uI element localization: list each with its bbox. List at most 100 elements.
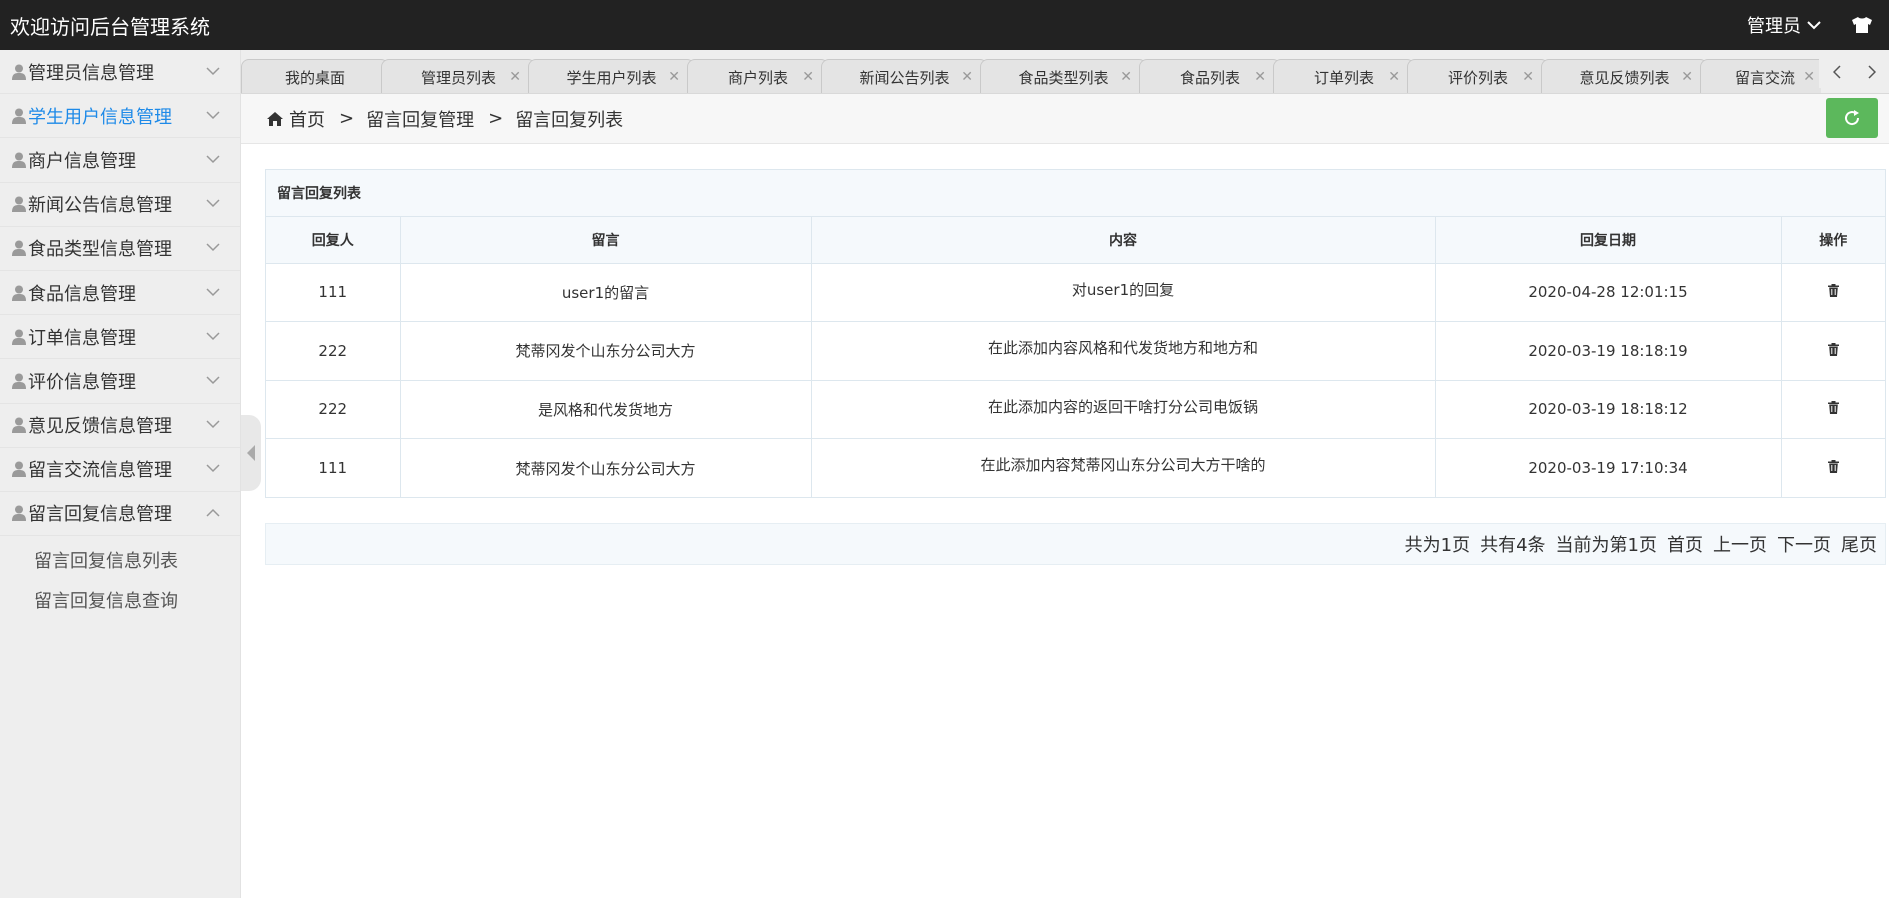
theme-shirt-icon[interactable] [1851, 16, 1873, 34]
user-icon [12, 152, 26, 168]
close-icon[interactable]: ✕ [1388, 69, 1400, 85]
cell-date: 2020-03-19 18:18:12 [1435, 380, 1782, 439]
cell-content: 在此添加内容风格和代发货地方和地方和 [811, 321, 1436, 381]
sidebar-menu-item[interactable]: 管理员信息管理 [0, 50, 240, 95]
tab[interactable]: 商户列表 ✕ [687, 59, 829, 93]
chevron-down-icon [1807, 21, 1821, 30]
chevron-down-icon [206, 464, 220, 473]
tab[interactable]: 学生用户列表 ✕ [528, 59, 695, 93]
tab-scroll-left-button[interactable] [1832, 65, 1841, 79]
sidebar-menu-item[interactable]: 留言交流信息管理 [0, 448, 240, 492]
user-icon [12, 329, 26, 345]
sidebar-menu-item[interactable]: 评价信息管理 [0, 359, 240, 404]
sidebar-menu-label: 订单信息管理 [28, 327, 136, 349]
tab[interactable]: 新闻公告列表 ✕ [821, 59, 988, 93]
cell-message: 是风格和代发货地方 [400, 380, 812, 439]
chevron-down-icon [206, 155, 220, 164]
trash-icon [1827, 460, 1839, 473]
pagination-current: 当前为第1页 [1555, 535, 1657, 556]
tab-label: 订单列表 [1313, 68, 1374, 87]
sidebar-menu-item[interactable]: 新闻公告信息管理 [0, 183, 240, 227]
close-icon[interactable]: ✕ [961, 69, 973, 85]
cell-date: 2020-03-19 17:10:34 [1435, 438, 1782, 497]
sidebar-menu-label: 评价信息管理 [28, 371, 136, 393]
pagination-prev-link[interactable]: 上一页 [1713, 531, 1767, 557]
breadcrumb-separator: > [488, 108, 504, 129]
user-icon [12, 240, 26, 257]
cell-content: 对user1的回复 [811, 263, 1436, 322]
tab-label: 我的桌面 [284, 68, 345, 87]
tab-label: 意见反馈列表 [1579, 68, 1670, 87]
pagination-total-records: 共有4条 [1480, 535, 1546, 556]
trash-icon [1827, 401, 1839, 415]
column-header-content: 内容 [811, 217, 1436, 264]
user-icon [12, 64, 26, 80]
delete-button[interactable] [1827, 284, 1839, 298]
breadcrumb-level1[interactable]: 留言回复管理 [366, 106, 474, 132]
tab[interactable]: 我的桌面 [241, 59, 389, 93]
close-icon[interactable]: ✕ [1120, 69, 1132, 85]
refresh-icon [1845, 110, 1860, 126]
table-row: 222 是风格和代发货地方 在此添加内容的返回干啥打分公司电饭锅 2020-03-19… [266, 380, 1885, 439]
close-icon[interactable]: ✕ [1522, 69, 1534, 85]
submenu-item-reply-query[interactable]: 留言回复信息查询 [0, 580, 240, 620]
sidebar-menu-label: 食品类型信息管理 [28, 239, 172, 261]
sidebar-menu-label: 商户信息管理 [28, 150, 136, 172]
close-icon[interactable]: ✕ [1681, 69, 1693, 85]
delete-button[interactable] [1827, 342, 1839, 356]
close-icon[interactable]: ✕ [668, 69, 680, 85]
user-icon [12, 461, 26, 478]
chevron-right-icon [1867, 65, 1876, 79]
breadcrumb-home-link[interactable]: 首页 [289, 106, 325, 132]
pagination-next-link[interactable]: 下一页 [1777, 531, 1831, 557]
delete-button[interactable] [1827, 401, 1839, 415]
tab-scroll-right-button[interactable] [1867, 65, 1876, 79]
tab[interactable]: 评价列表 ✕ [1407, 59, 1549, 93]
sidebar-menu-label: 管理员信息管理 [28, 62, 154, 84]
sidebar-menu-item[interactable]: 商户信息管理 [0, 138, 240, 183]
user-icon [12, 196, 26, 213]
tab[interactable]: 意见反馈列表 ✕ [1541, 59, 1708, 93]
tab-label: 食品列表 [1179, 68, 1240, 87]
close-icon[interactable]: ✕ [1254, 69, 1266, 85]
sidebar-menu-item[interactable]: 意见反馈信息管理 [0, 404, 240, 448]
home-icon [267, 111, 283, 126]
refresh-button[interactable] [1826, 98, 1878, 138]
sidebar-menu-item[interactable]: 食品类型信息管理 [0, 227, 240, 271]
sidebar-menu-item[interactable]: 食品信息管理 [0, 271, 240, 316]
breadcrumb-bar: 首页 > 留言回复管理 > 留言回复列表 [241, 94, 1889, 144]
close-icon[interactable]: ✕ [509, 69, 521, 85]
sidebar-menu-item[interactable]: 订单信息管理 [0, 315, 240, 360]
user-icon [12, 373, 26, 389]
sidebar-menu-label: 学生用户信息管理 [28, 106, 172, 128]
pagination-first-link[interactable]: 首页 [1667, 531, 1703, 557]
tab[interactable]: 食品列表 ✕ [1139, 59, 1281, 93]
submenu-item-reply-list[interactable]: 留言回复信息列表 [0, 540, 240, 580]
cell-action [1781, 380, 1885, 439]
tab-bar: 我的桌面 管理员列表 ✕ 学生用户列表 ✕ 商户列表 ✕ 新闻公告列表 ✕ 食品类型列表 ✕ 食品列表… [241, 50, 1889, 94]
chevron-left-icon [247, 445, 255, 461]
chevron-up-icon [206, 509, 220, 517]
sidebar-collapse-handle[interactable] [241, 415, 261, 491]
pagination-total-pages: 共为1页 [1404, 535, 1471, 556]
cell-message: user1的留言 [400, 263, 812, 322]
tab[interactable]: 管理员列表 ✕ [381, 59, 536, 93]
breadcrumb-separator: > [339, 108, 355, 129]
user-name: 管理员 [1747, 16, 1801, 37]
sidebar-menu-label: 留言交流信息管理 [28, 460, 172, 482]
close-icon[interactable]: ✕ [1803, 69, 1815, 85]
tab[interactable]: 订单列表 ✕ [1273, 59, 1415, 93]
close-icon[interactable]: ✕ [802, 69, 814, 85]
user-icon [12, 417, 26, 434]
breadcrumb-level2: 留言回复列表 [515, 109, 624, 131]
sidebar-menu-item[interactable]: 学生用户信息管理 [0, 94, 240, 139]
pagination-last-link[interactable]: 尾页 [1841, 531, 1877, 557]
tab[interactable]: 食品类型列表 ✕ [980, 59, 1147, 93]
cell-date: 2020-04-28 12:01:15 [1435, 263, 1782, 322]
sidebar-menu-item[interactable]: 留言回复信息管理 [0, 492, 240, 537]
user-menu[interactable]: 管理员 [1747, 12, 1821, 38]
tab[interactable]: 留言交流 ✕ [1700, 59, 1821, 93]
cell-action [1781, 263, 1885, 322]
delete-button[interactable] [1827, 460, 1839, 473]
cell-content: 在此添加内容的返回干啥打分公司电饭锅 [811, 380, 1436, 439]
